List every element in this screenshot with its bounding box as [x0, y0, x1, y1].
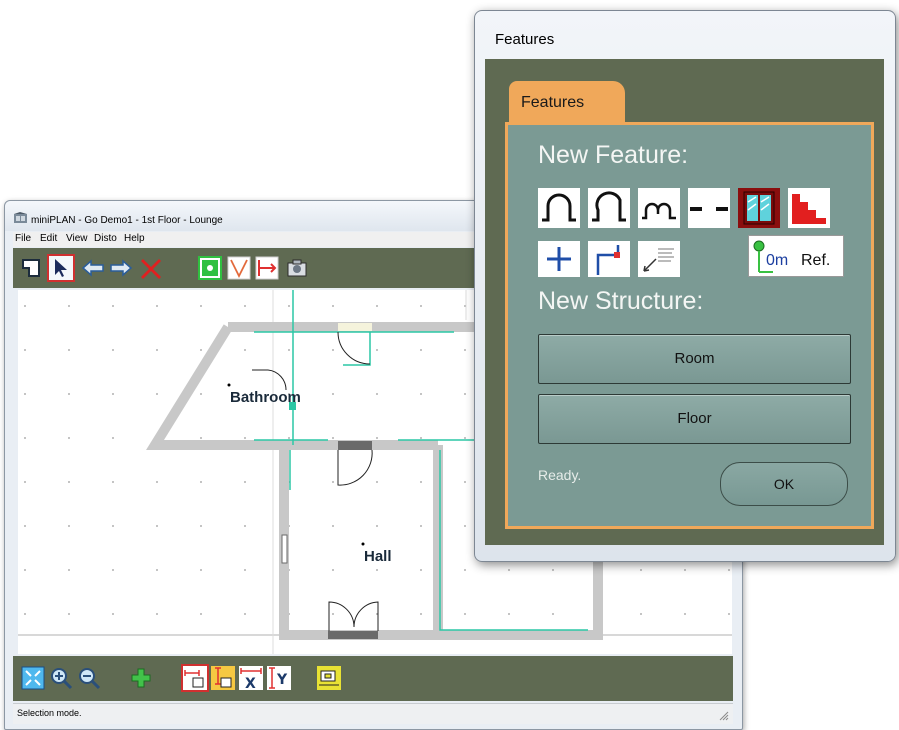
angle-icon[interactable]	[227, 256, 251, 280]
horizontal-dim-icon[interactable]	[181, 664, 209, 692]
room-label-hall[interactable]: Hall	[364, 548, 392, 565]
back-arrow-icon[interactable]	[81, 256, 105, 280]
door-arch-right-icon[interactable]	[588, 188, 630, 228]
tab-label: Features	[521, 94, 585, 111]
room-button-label: Room	[674, 350, 715, 367]
new-feature-heading: New Feature:	[538, 141, 689, 169]
forward-arrow-icon[interactable]	[109, 256, 133, 280]
x-dim-icon[interactable]: X	[239, 666, 263, 690]
stairs-icon[interactable]	[788, 188, 830, 228]
dimension-note-icon[interactable]	[638, 241, 680, 277]
measure-icon[interactable]	[255, 256, 279, 280]
delete-x-icon[interactable]	[139, 256, 163, 280]
corner-icon[interactable]	[588, 241, 630, 277]
status-text: Selection mode.	[17, 708, 82, 718]
new-room-icon[interactable]	[19, 256, 43, 280]
dialog-body: Features New Feature: 0m Ref. New Struct…	[485, 59, 884, 545]
bottom-toolbar: X Y	[13, 656, 733, 701]
window-title: miniPLAN - Go Demo1 - 1st Floor - Lounge	[31, 215, 223, 226]
menu-help[interactable]: Help	[124, 233, 145, 244]
ok-button-label: OK	[773, 476, 795, 492]
new-structure-heading: New Structure:	[538, 287, 704, 315]
menu-edit[interactable]: Edit	[40, 233, 57, 244]
cross-point-icon[interactable]	[538, 241, 580, 277]
svg-text:Y: Y	[276, 672, 288, 688]
vertical-dim-icon[interactable]	[211, 666, 235, 690]
zoom-fit-icon[interactable]	[21, 666, 45, 690]
label-icon[interactable]	[317, 666, 341, 690]
menu-view[interactable]: View	[66, 233, 88, 244]
ref-label: Ref.	[801, 252, 831, 269]
features-panel: New Feature: 0m Ref. New Structure: Room…	[505, 122, 874, 529]
window-icon[interactable]	[738, 188, 780, 228]
room-button[interactable]: Room	[538, 334, 851, 384]
menu-disto[interactable]: Disto	[94, 233, 117, 244]
floor-button-label: Floor	[677, 410, 712, 427]
features-dialog: Features Features New Feature: 0m Ref. N…	[474, 10, 896, 562]
menu-file[interactable]: File	[15, 233, 31, 244]
app-icon	[14, 212, 27, 223]
select-arrow-icon[interactable]	[47, 254, 75, 282]
snap-point-icon[interactable]	[198, 256, 222, 280]
resize-grip-icon[interactable]	[719, 711, 729, 721]
double-arch-icon[interactable]	[638, 188, 680, 228]
ref-distance: 0m	[766, 252, 789, 269]
reference-point-button[interactable]: 0m Ref.	[748, 235, 844, 277]
dialog-title: Features	[495, 31, 555, 48]
camera-icon[interactable]	[285, 256, 309, 280]
status-bar: Selection mode.	[13, 703, 733, 724]
room-label-bathroom[interactable]: Bathroom	[230, 389, 301, 406]
door-arch-icon[interactable]	[538, 188, 580, 228]
ok-button[interactable]: OK	[720, 462, 848, 506]
dashed-opening-icon[interactable]	[688, 188, 730, 228]
tab-features[interactable]: Features	[509, 81, 625, 123]
zoom-out-icon[interactable]	[77, 666, 101, 690]
svg-text:X: X	[245, 676, 256, 690]
add-cross-icon[interactable]	[129, 666, 153, 690]
y-dim-icon[interactable]: Y	[267, 666, 291, 690]
floor-button[interactable]: Floor	[538, 394, 851, 444]
dialog-status: Ready.	[538, 467, 582, 483]
zoom-in-icon[interactable]	[49, 666, 73, 690]
